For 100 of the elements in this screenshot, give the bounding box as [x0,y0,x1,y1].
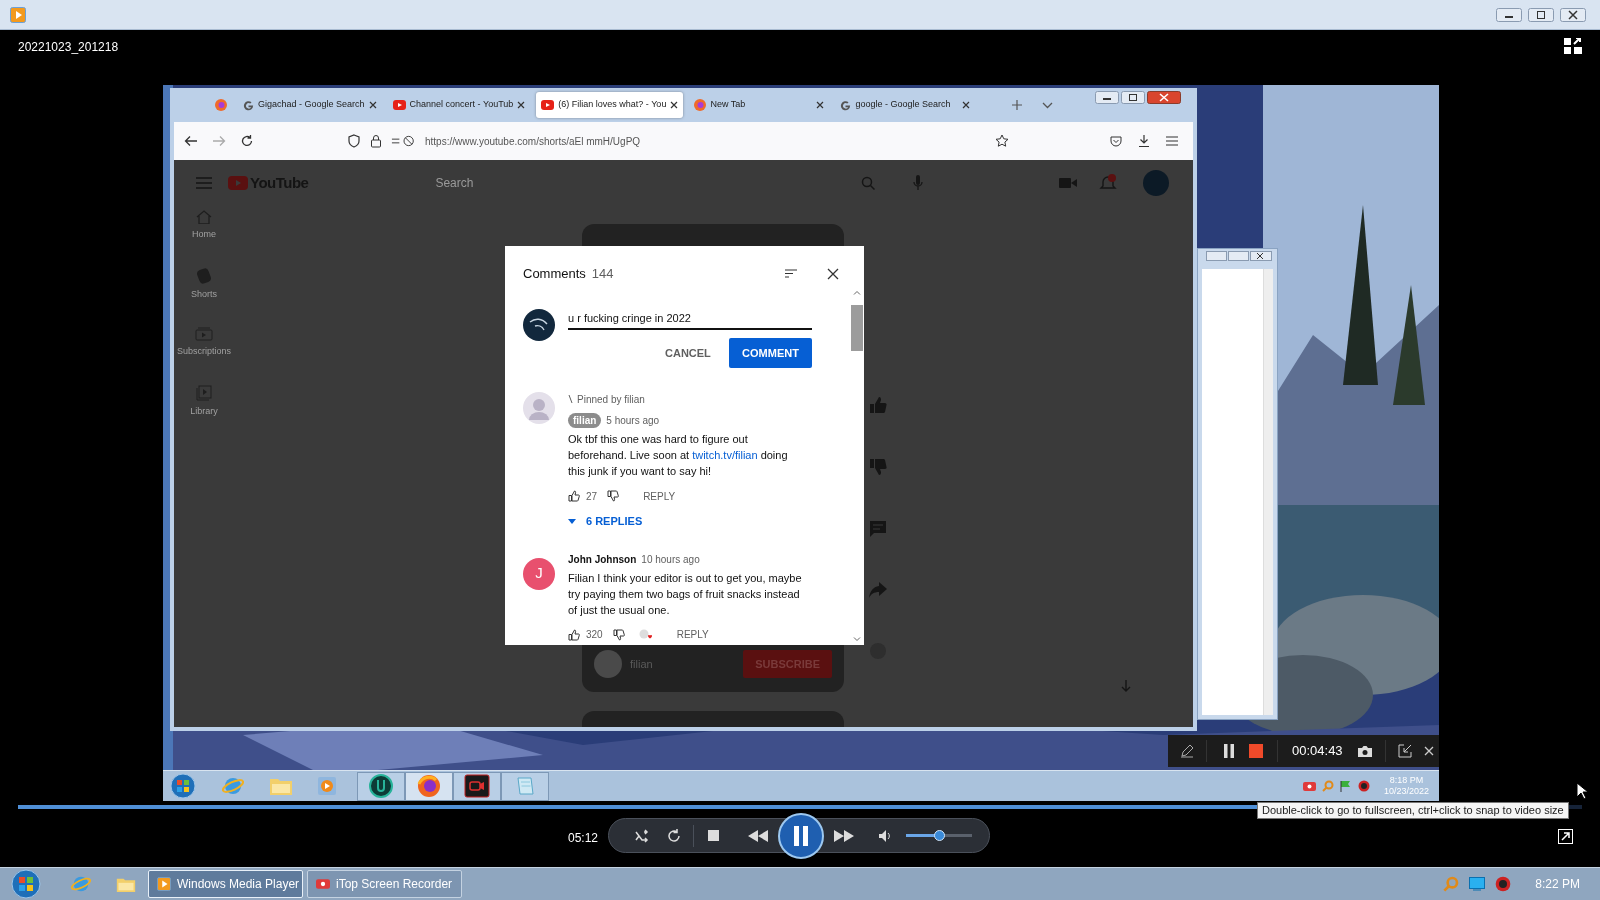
play-logo-icon [392,100,406,110]
chevron-down-icon[interactable] [1042,102,1053,109]
sidebar-item[interactable]: Subscriptions [174,327,234,359]
speaker-tray-icon[interactable] [1357,780,1370,792]
home-icon [196,210,212,224]
thumbs-down-icon[interactable] [612,628,625,641]
sidebar-item[interactable]: Shorts [174,267,234,301]
close-icon[interactable] [670,101,679,109]
comment-link[interactable]: twitch.tv/filian [692,449,758,461]
close-icon[interactable] [1560,7,1586,22]
pause-button-icon[interactable] [778,812,824,859]
browser-icon[interactable] [417,774,441,798]
close-icon[interactable] [368,101,377,109]
url-text[interactable]: https://www.youtube.com/shorts/aEl mmH/UgPQ [425,133,641,149]
pin-icon [568,395,573,404]
close-icon[interactable] [816,101,825,109]
media-player-icon [157,877,171,891]
author-badge[interactable]: filian [568,413,602,428]
comment-time[interactable]: 5 hours ago [606,413,660,428]
sidebar-item[interactable]: Library [174,384,234,418]
comment-text: Filian I think your editor is out to get you, maybe try paying them two bags of fruit snacks instead of just the usual one. [568,570,803,618]
taskbar-button[interactable]: Windows Media Player [148,870,303,898]
recorder-tray-icon[interactable] [1302,780,1316,792]
shield-icon[interactable] [347,134,361,148]
minimize-icon[interactable] [1095,91,1119,104]
panel-title: Comments [523,265,586,283]
repeat-icon[interactable] [667,828,681,843]
camera-icon[interactable] [1356,744,1373,758]
recorder-icon [316,878,330,890]
clock-date: 10/23/2022 [1383,786,1429,797]
maximize-icon[interactable] [1528,7,1554,22]
like-count: 320 [586,628,603,642]
plus-icon[interactable] [1012,100,1022,110]
browser-tab[interactable]: (6) Filian loves what? - You [536,92,684,118]
google-icon [243,99,254,111]
close-icon[interactable] [827,267,839,280]
thumbs-up-icon[interactable] [568,490,580,502]
clock-time: 8:18 PM [1389,775,1424,786]
pause-icon[interactable] [1223,744,1235,758]
browser-tab[interactable]: New Tab [689,92,830,118]
rewind-icon[interactable] [748,829,768,842]
permissions-icon[interactable] [391,134,417,148]
comment-field[interactable]: u r fucking cringe in 2022 [568,308,812,330]
clock-time: 8:22 PM [1535,876,1580,893]
browser-tab[interactable]: Gigachad - Google Search [238,92,382,118]
replies-toggle[interactable]: 6 REPLIES [568,513,643,530]
shorts-icon [197,267,211,284]
scroll-thumb[interactable] [850,305,863,351]
slider-thumb[interactable] [934,830,945,841]
back-icon[interactable] [184,134,198,148]
maximize-icon[interactable] [1121,91,1145,104]
close-icon[interactable] [1147,91,1181,104]
thumbs-down-icon[interactable] [869,458,887,476]
thumbs-down-icon[interactable] [607,490,620,502]
sidebar-item[interactable]: Home [174,210,234,242]
browser-logo-icon [694,99,707,111]
camera-icon[interactable] [464,774,490,798]
fast-forward-icon[interactable] [834,829,854,842]
reply-button[interactable]: REPLY [676,627,709,642]
avatar-icon [523,309,555,341]
comment-text: Ok tbf this one was hard to figure out beforehand. Live soon at twitch.tv/filian doing this junk if you want to say hi! [568,432,789,479]
elapsed-time: 00:04:43 [1292,742,1343,761]
start-orb-icon[interactable] [11,869,41,899]
layout-toggle-icon[interactable] [1564,38,1582,54]
browser-tab[interactable]: Channel concert - YouTub [387,92,531,118]
sort-icon[interactable] [785,269,797,279]
download-icon[interactable] [1137,134,1151,148]
pocket-icon[interactable] [1109,134,1123,148]
play-logo-icon [228,176,248,190]
pinned-label: Pinned by filian [577,393,645,407]
menu-icon[interactable] [1165,134,1179,148]
shuffle-icon[interactable] [635,828,649,843]
speaker-tray-icon[interactable] [1495,876,1512,892]
pen-icon[interactable] [1180,744,1194,758]
app-icon[interactable] [369,774,393,798]
reload-icon[interactable] [240,134,254,148]
comment-button[interactable]: COMMENT [729,338,812,368]
tooltip: Double-click to go to fullscreen, ctrl+click to snap to video size [1257,802,1569,819]
search-field[interactable]: Search [433,170,874,196]
reply-button[interactable]: REPLY [643,488,676,504]
like-count: 27 [586,489,598,504]
thumbs-up-icon[interactable] [568,628,580,641]
browser-tab[interactable]: google - Google Search [835,92,976,118]
video-title: 20221023_201218 [18,39,119,56]
close-icon[interactable] [962,101,971,109]
author-name[interactable]: John Johnson [568,551,637,567]
minimize-icon[interactable] [1496,7,1522,22]
fullscreen-icon[interactable] [1558,829,1573,844]
scrollbar[interactable] [1263,269,1273,715]
flag-icon[interactable] [1339,780,1352,792]
close-icon[interactable] [517,101,526,109]
thumbs-up-icon[interactable] [869,396,887,414]
comment-time[interactable]: 10 hours ago [641,551,700,567]
lock-icon[interactable] [369,134,383,148]
play-logo-icon [541,100,555,110]
start-orb-icon[interactable] [170,773,196,799]
star-icon[interactable] [995,134,1009,148]
cancel-button[interactable]: CANCEL [655,338,721,368]
volume-icon[interactable] [878,828,892,843]
minimize-window-icon[interactable] [1397,744,1412,758]
